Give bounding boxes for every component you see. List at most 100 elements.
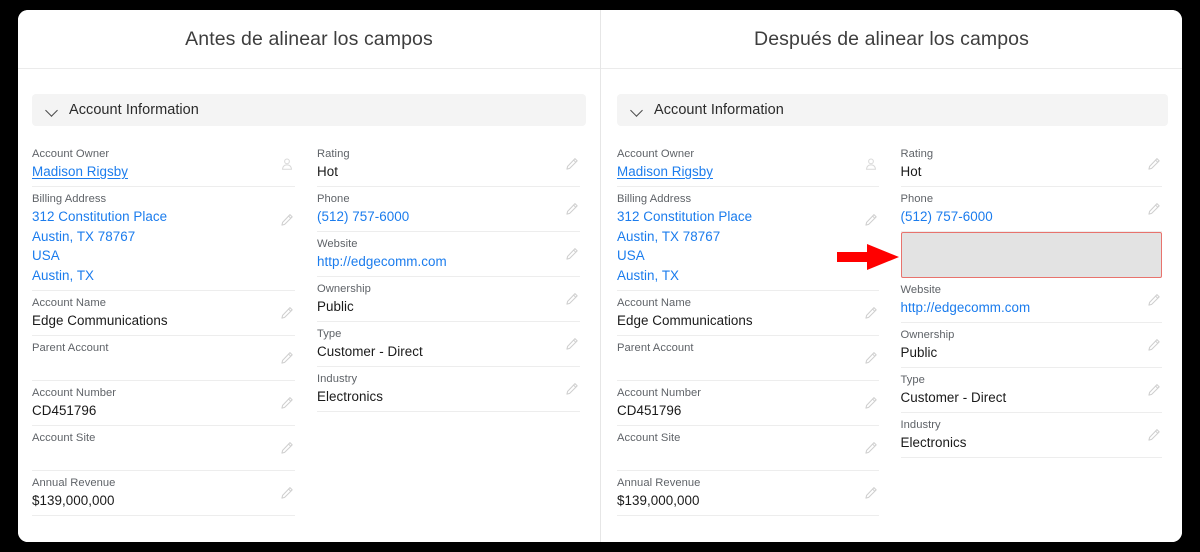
- pencil-icon[interactable]: [565, 247, 579, 261]
- field-row[interactable]: Account Number CD451796: [32, 381, 295, 426]
- field-row[interactable]: Type Customer - Direct: [900, 368, 1162, 413]
- field-row[interactable]: Industry Electronics: [900, 413, 1162, 458]
- field-value[interactable]: Madison Rigsby: [32, 162, 273, 181]
- field-row[interactable]: Account Site: [32, 426, 295, 471]
- pencil-icon[interactable]: [864, 213, 878, 227]
- pencil-icon[interactable]: [1147, 202, 1161, 216]
- pencil-icon[interactable]: [280, 486, 294, 500]
- field-label: Website: [317, 238, 358, 250]
- field-row[interactable]: Website http://edgecomm.com: [900, 278, 1162, 323]
- pencil-icon[interactable]: [280, 213, 294, 227]
- field-row[interactable]: Parent Account: [32, 336, 295, 381]
- field-row[interactable]: Type Customer - Direct: [317, 322, 580, 367]
- title-divider: [18, 68, 600, 69]
- chevron-down-icon[interactable]: [46, 104, 59, 117]
- field-value: Customer - Direct: [317, 344, 423, 359]
- field-row[interactable]: Billing Address 312 Constitution Place Aus…: [32, 187, 295, 291]
- field-label: Website: [900, 284, 942, 296]
- field-value[interactable]: http://edgecomm.com: [317, 252, 558, 271]
- field-value: [32, 356, 273, 375]
- pencil-icon[interactable]: [1147, 383, 1161, 397]
- pencil-icon[interactable]: [565, 157, 579, 171]
- field-value[interactable]: http://edgecomm.com: [901, 298, 1141, 317]
- field-row[interactable]: Phone (512) 757-6000: [317, 187, 580, 232]
- pencil-icon[interactable]: [565, 337, 579, 351]
- field-row[interactable]: Account Owner Madison Rigsby: [617, 142, 879, 187]
- field-value: $139,000,000: [32, 493, 115, 508]
- field-row[interactable]: Account Number CD451796: [617, 381, 879, 426]
- chevron-down-icon[interactable]: [631, 104, 644, 117]
- field-label: Account Site: [32, 432, 96, 444]
- field-row[interactable]: Account Name Edge Communications: [32, 291, 295, 336]
- section-header-account-information[interactable]: Account Information: [32, 94, 586, 126]
- pencil-icon[interactable]: [864, 486, 878, 500]
- field-label: Phone: [317, 193, 350, 205]
- field-label: Parent Account: [32, 342, 109, 354]
- field-value-line[interactable]: Austin, TX: [32, 266, 273, 286]
- pencil-icon[interactable]: [280, 351, 294, 365]
- pencil-icon[interactable]: [565, 382, 579, 396]
- pencil-icon[interactable]: [280, 306, 294, 320]
- pencil-icon[interactable]: [864, 351, 878, 365]
- field-value-line[interactable]: Austin, TX: [617, 266, 857, 286]
- pencil-icon[interactable]: [1147, 293, 1161, 307]
- field-columns: Account Owner Madison Rigsby Billing Addre…: [601, 142, 1182, 516]
- field-value[interactable]: 312 Constitution Place Austin, TX 78767 US…: [32, 207, 273, 285]
- pencil-icon[interactable]: [1147, 338, 1161, 352]
- field-row[interactable]: Rating Hot: [900, 142, 1162, 187]
- field-value-line[interactable]: USA: [617, 246, 857, 266]
- field-value[interactable]: Madison Rigsby: [617, 162, 857, 181]
- field-row[interactable]: Account Site: [617, 426, 879, 471]
- pencil-icon[interactable]: [280, 396, 294, 410]
- pencil-icon[interactable]: [565, 202, 579, 216]
- field-row[interactable]: Billing Address 312 Constitution Place Aus…: [617, 187, 879, 291]
- field-value[interactable]: 312 Constitution Place Austin, TX 78767 US…: [617, 207, 857, 285]
- left-field-column: Account Owner Madison Rigsby Billing Addre…: [32, 142, 309, 516]
- field-value: Electronics: [900, 435, 967, 450]
- field-value-line[interactable]: Austin, TX 78767: [32, 227, 273, 247]
- field-label: Annual Revenue: [32, 477, 116, 489]
- blank-spacer-field[interactable]: [900, 232, 1162, 278]
- field-label: Industry: [317, 373, 358, 385]
- field-row[interactable]: Parent Account: [617, 336, 879, 381]
- user-icon[interactable]: [280, 157, 294, 171]
- pencil-icon[interactable]: [565, 292, 579, 306]
- field-row[interactable]: Industry Electronics: [317, 367, 580, 412]
- field-value: Customer - Direct: [900, 390, 1007, 405]
- user-icon[interactable]: [864, 157, 878, 171]
- field-label: Account Number: [32, 387, 117, 399]
- field-label: Account Site: [617, 432, 681, 444]
- pencil-icon[interactable]: [864, 396, 878, 410]
- field-value: [617, 356, 857, 375]
- comparison-card: Antes de alinear los campos Account Infor…: [18, 10, 1182, 542]
- field-value[interactable]: (512) 757-6000: [317, 207, 558, 226]
- field-value: Electronics: [317, 389, 384, 404]
- field-value-line[interactable]: USA: [32, 246, 273, 266]
- field-row[interactable]: Ownership Public: [900, 323, 1162, 368]
- field-value: Public: [317, 299, 354, 314]
- field-row[interactable]: Ownership Public: [317, 277, 580, 322]
- right-field-column: Rating Hot Phone (512) 757-6000 Website http:…: [309, 142, 586, 516]
- section-title: Account Information: [654, 102, 784, 118]
- pencil-icon[interactable]: [864, 306, 878, 320]
- field-row[interactable]: Account Name Edge Communications: [617, 291, 879, 336]
- field-label: Rating: [317, 148, 350, 160]
- field-value: Hot: [900, 164, 922, 179]
- pencil-icon[interactable]: [280, 441, 294, 455]
- pencil-icon[interactable]: [864, 441, 878, 455]
- field-value-line[interactable]: 312 Constitution Place: [617, 207, 857, 227]
- section-header-account-information[interactable]: Account Information: [617, 94, 1168, 126]
- field-row[interactable]: Annual Revenue $139,000,000: [32, 471, 295, 516]
- field-row[interactable]: Phone (512) 757-6000: [900, 187, 1162, 232]
- pencil-icon[interactable]: [1147, 157, 1161, 171]
- field-value: Hot: [317, 164, 338, 179]
- pencil-icon[interactable]: [1147, 428, 1161, 442]
- field-value[interactable]: (512) 757-6000: [901, 207, 1141, 226]
- field-row[interactable]: Rating Hot: [317, 142, 580, 187]
- field-value-line[interactable]: 312 Constitution Place: [32, 207, 273, 227]
- field-row[interactable]: Account Owner Madison Rigsby: [32, 142, 295, 187]
- field-label: Account Name: [32, 297, 106, 309]
- field-value-line[interactable]: Austin, TX 78767: [617, 227, 857, 247]
- field-row[interactable]: Website http://edgecomm.com: [317, 232, 580, 277]
- field-row[interactable]: Annual Revenue $139,000,000: [617, 471, 879, 516]
